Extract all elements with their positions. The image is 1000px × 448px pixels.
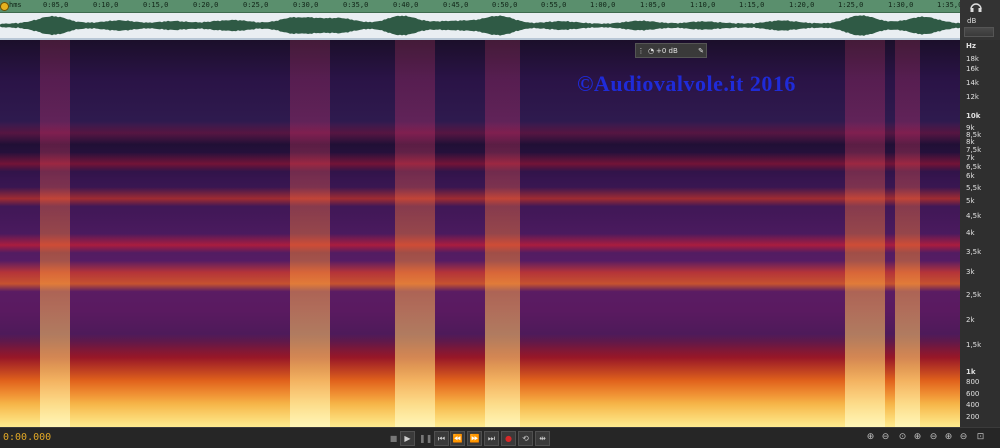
zoom-out-frequency-icon[interactable]: ⊖ <box>958 431 969 444</box>
frequency-tick-label: 400 <box>966 401 980 409</box>
frequency-tick-label: 14k <box>966 79 979 87</box>
timeline-tick-label: 0:50,0 <box>492 1 518 9</box>
zoom-fit-icon[interactable]: ⊡ <box>975 431 986 444</box>
frequency-tick-label: 5k <box>966 197 975 205</box>
fast-forward-button[interactable]: ⏩ <box>467 431 482 446</box>
frequency-tick-label: 18k <box>966 55 979 63</box>
zoom-out-time-icon[interactable]: ⊖ <box>928 431 939 444</box>
frequency-tick-label: 6,5k <box>966 163 982 171</box>
spectral-energy-band <box>845 40 885 427</box>
volume-knob-icon[interactable]: ◔ <box>646 47 656 55</box>
spectral-energy-band <box>395 40 435 427</box>
frequency-tick-label: 4,5k <box>966 212 982 220</box>
skip-selection-button[interactable]: ⇹ <box>535 431 550 446</box>
playhead-marker[interactable] <box>0 2 9 11</box>
loop-playback-button[interactable]: ⟲ <box>518 431 533 446</box>
record-button[interactable]: ● <box>501 431 516 446</box>
frequency-tick-label: 600 <box>966 390 980 398</box>
play-button[interactable]: ▶ <box>400 431 415 446</box>
timeline-tick-label: 1:20,0 <box>789 1 815 9</box>
spectral-frequency-display[interactable] <box>0 40 960 427</box>
watermark-text: ©Audiovalvole.it 2016 <box>577 71 796 96</box>
timeline-tick-label: 0:20,0 <box>193 1 219 9</box>
timeline-tick-label: 0:45,0 <box>443 1 469 9</box>
timeline-tick-label: 0:05,0 <box>43 1 69 9</box>
timeline-unit-label: hms <box>9 1 22 9</box>
zoom-in-time-icon[interactable]: ⊕ <box>912 431 923 444</box>
timeline-tick-label: 0:10,0 <box>93 1 119 9</box>
frequency-tick-label: 16k <box>966 65 979 73</box>
timeline-tick-label: 0:35,0 <box>343 1 369 9</box>
timeline-tick-label: 1:35,0 <box>937 1 960 9</box>
headphones-icon[interactable] <box>970 2 982 12</box>
frequency-tick-label: 2k <box>966 316 975 324</box>
amplitude-mini-ruler <box>964 27 994 37</box>
frequency-tick-label: 3k <box>966 268 975 276</box>
timeline-tick-label: 0:40,0 <box>393 1 419 9</box>
go-to-end-button[interactable]: ⏭ <box>484 431 499 446</box>
timeline-tick-label: 1:05,0 <box>640 1 666 9</box>
frequency-scale[interactable]: Hz 18k 16k 14k 12k 10k 9k 8,5k 8k 7,5k 7… <box>960 40 1000 427</box>
rewind-button[interactable]: ⏪ <box>450 431 465 446</box>
zoom-full-icon[interactable]: ⊙ <box>897 431 908 444</box>
pin-icon[interactable]: ✎ <box>696 47 706 55</box>
waveform-overview-graphic <box>0 15 960 36</box>
frequency-tick-label: 6k <box>966 172 975 180</box>
timeline-tick-label: 1:10,0 <box>690 1 716 9</box>
timeline-ruler[interactable]: hms 0:05,0 0:10,0 0:15,0 0:20,0 0:25,0 0… <box>0 0 960 13</box>
timeline-tick-label: 0:55,0 <box>541 1 567 9</box>
go-to-start-button[interactable]: ⏮ <box>434 431 449 446</box>
frequency-tick-label: 2,5k <box>966 291 982 299</box>
frequency-tick-label: 200 <box>966 413 980 421</box>
spectral-energy-band <box>290 40 330 427</box>
zoom-in-frequency-icon[interactable]: ⊕ <box>943 431 954 444</box>
waveform-overview[interactable] <box>0 13 960 40</box>
frequency-tick-label: 4k <box>966 229 975 237</box>
current-time-display[interactable]: 0:00.000 <box>3 432 51 443</box>
timeline-tick-label: 1:30,0 <box>888 1 914 9</box>
frequency-tick-label: 10k <box>966 112 981 120</box>
timeline-tick-label: 1:25,0 <box>838 1 864 9</box>
frequency-tick-label: 1k <box>966 368 976 376</box>
frequency-tick-label: 12k <box>966 93 979 101</box>
zoom-out-amplitude-icon[interactable]: ⊖ <box>880 431 891 444</box>
frequency-tick-label: 1,5k <box>966 341 982 349</box>
frequency-tick-label: 800 <box>966 378 980 386</box>
timeline-tick-label: 1:00,0 <box>590 1 616 9</box>
timeline-tick-label: 1:15,0 <box>739 1 765 9</box>
amplitude-unit-label: dB <box>967 17 977 25</box>
frequency-tick-label: 7,5k <box>966 146 982 154</box>
frequency-tick-label: 8k <box>966 138 975 146</box>
pause-button[interactable]: ❚❚ <box>418 431 433 446</box>
hud-grip-icon[interactable]: ⋮ <box>636 47 646 55</box>
hud-gain-value[interactable]: +0 dB <box>656 47 686 55</box>
timeline-tick-label: 0:25,0 <box>243 1 269 9</box>
timeline-tick-label: 0:30,0 <box>293 1 319 9</box>
spectral-energy-band <box>485 40 520 427</box>
zoom-in-amplitude-icon[interactable]: ⊕ <box>865 431 876 444</box>
hud-gain-control[interactable]: ⋮ ◔ +0 dB ✎ <box>635 43 707 58</box>
transport-bar: 0:00.000 ■ ▶ ❚❚ ⏮ ⏪ ⏩ ⏭ ● ⟲ ⇹ ⊕ ⊖ ⊙ ⊕ ⊖ … <box>0 427 1000 448</box>
frequency-unit-label: Hz <box>966 42 976 50</box>
spectral-energy-band <box>40 40 70 427</box>
frequency-tick-label: 3,5k <box>966 248 982 256</box>
stop-button[interactable]: ■ <box>386 431 401 446</box>
frequency-tick-label: 7k <box>966 154 975 162</box>
spectral-energy-band <box>895 40 920 427</box>
frequency-tick-label: 5,5k <box>966 184 982 192</box>
timeline-tick-label: 0:15,0 <box>143 1 169 9</box>
